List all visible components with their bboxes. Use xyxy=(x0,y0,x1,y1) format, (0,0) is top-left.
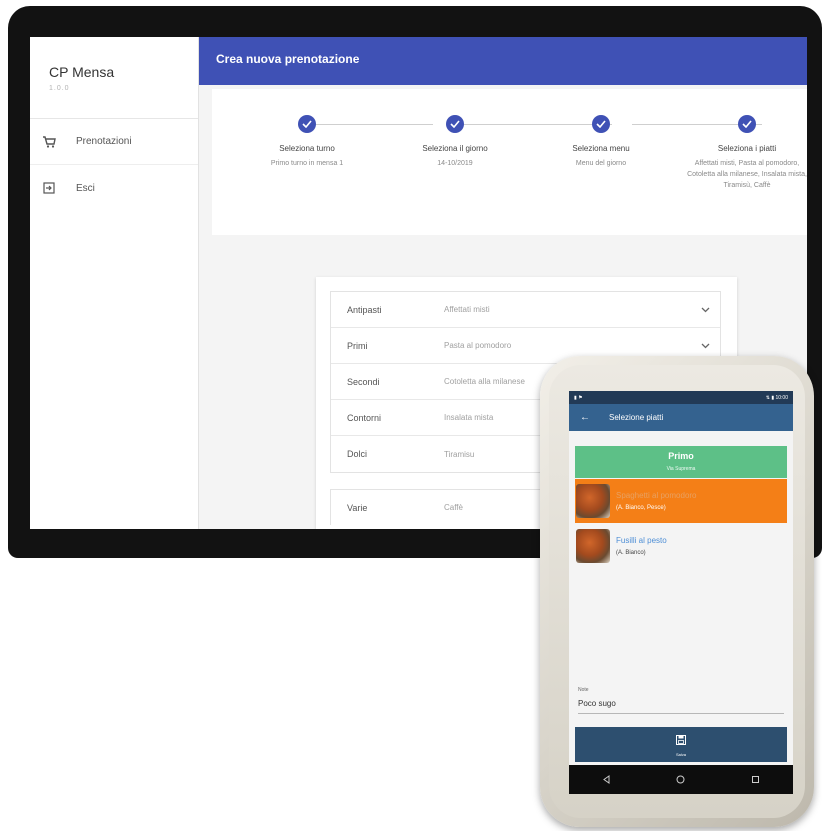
dish-name: Fusilli al pesto xyxy=(616,536,667,545)
step-label: Seleziona i piatti xyxy=(717,144,777,153)
note-input[interactable]: Poco sugo xyxy=(578,699,784,708)
page-title: Crea nuova prenotazione xyxy=(216,52,360,66)
app-title: CP Mensa xyxy=(49,64,115,80)
step-value: 14-10/2019 xyxy=(437,160,473,167)
chevron-down-icon[interactable] xyxy=(690,343,720,349)
dish-image xyxy=(576,484,610,518)
check-icon xyxy=(738,115,756,133)
sidebar-item-prenotazioni[interactable]: Prenotazioni xyxy=(30,119,198,165)
status-bar: ▮ ⚑ ⇅ ▮ 10:00 xyxy=(569,391,793,404)
exit-icon xyxy=(42,181,56,195)
check-icon xyxy=(592,115,610,133)
row-value: Pasta al pomodoro xyxy=(444,341,512,350)
dish-item[interactable]: Fusilli al pesto (A. Bianco) xyxy=(575,524,787,568)
status-right: ⇅ ▮ 10:00 xyxy=(765,394,788,401)
phone-page-title: Selezione piatti xyxy=(609,413,664,422)
app-version: 1.0.0 xyxy=(49,85,70,92)
row-label: Dolci xyxy=(347,449,368,459)
row-value: Affettati misti xyxy=(444,305,490,314)
nav-recents-icon[interactable] xyxy=(751,771,760,789)
dish-image xyxy=(576,529,610,563)
dish-text: Spaghetti al pomodoro (A. Bianco, Pesce) xyxy=(616,491,697,511)
appbar: Crea nuova prenotazione xyxy=(199,37,807,85)
stepper: Seleziona turno Primo turno in mensa 1 S… xyxy=(212,89,807,235)
dish-author: (A. Bianco, Pesce) xyxy=(616,505,666,511)
back-arrow-icon[interactable]: ← xyxy=(580,412,598,423)
chevron-down-icon[interactable] xyxy=(690,307,720,313)
brand: CP Mensa 1.0.0 xyxy=(30,37,198,119)
step-menu[interactable]: Seleziona menu Menu del giorno xyxy=(536,115,666,169)
status-left: ▮ ⚑ xyxy=(574,394,583,401)
phone-screen: ▮ ⚑ ⇅ ▮ 10:00 ← Selezione piatti Primo V… xyxy=(569,391,793,794)
row-label: Secondi xyxy=(347,376,380,387)
android-navbar xyxy=(569,765,793,794)
sidebar-item-label: Esci xyxy=(76,182,95,194)
category-name: Primo xyxy=(668,451,694,461)
step-value: Menu del giorno xyxy=(575,160,627,167)
dish-text: Fusilli al pesto (A. Bianco) xyxy=(616,536,667,556)
nav-home-icon[interactable] xyxy=(676,771,685,789)
note-field[interactable]: Note Poco sugo xyxy=(578,687,784,714)
cart-icon xyxy=(42,135,56,149)
category-subtitle: Via Suprema xyxy=(666,466,696,472)
check-icon xyxy=(446,115,464,133)
dish-item[interactable]: Spaghetti al pomodoro (A. Bianco, Pesce) xyxy=(575,479,787,523)
step-turno[interactable]: Seleziona turno Primo turno in mensa 1 xyxy=(242,115,372,169)
category-header: Primo Via Suprema xyxy=(575,446,787,478)
row-label: Contorni xyxy=(347,412,382,423)
sidebar-item-esci[interactable]: Esci xyxy=(30,165,198,211)
check-icon xyxy=(298,115,316,133)
dish-name: Spaghetti al pomodoro xyxy=(616,491,697,500)
note-label: Note xyxy=(578,687,589,693)
nav-back-icon[interactable] xyxy=(602,771,611,789)
step-giorno[interactable]: Seleziona il giorno 14-10/2019 xyxy=(390,115,520,169)
save-label: Salva xyxy=(675,752,686,757)
select-antipasti[interactable]: Antipasti Affettati misti xyxy=(331,292,720,328)
step-label: Seleziona menu xyxy=(572,144,630,153)
composite-stage: CP Mensa 1.0.0 Prenotazioni Esci Crea nu… xyxy=(0,0,822,831)
step-label: Seleziona turno xyxy=(279,144,335,153)
sidebar: CP Mensa 1.0.0 Prenotazioni Esci xyxy=(30,37,199,529)
step-value: Primo turno in mensa 1 xyxy=(270,160,344,167)
step-label: Seleziona il giorno xyxy=(422,144,488,153)
save-icon xyxy=(676,732,686,750)
step-value: Affettati misti, Pasta al pomodoro, Coto… xyxy=(687,160,807,189)
phone-appbar: ← Selezione piatti xyxy=(569,404,793,431)
save-button[interactable]: Salva xyxy=(575,727,787,762)
row-label: Varie xyxy=(347,502,368,513)
step-piatti[interactable]: Seleziona i piatti Affettati misti, Past… xyxy=(682,115,807,191)
row-label: Antipasti xyxy=(347,304,382,315)
sidebar-item-label: Prenotazioni xyxy=(76,136,132,147)
row-label: Primi xyxy=(347,340,368,351)
dish-author: (A. Bianco) xyxy=(616,550,646,556)
